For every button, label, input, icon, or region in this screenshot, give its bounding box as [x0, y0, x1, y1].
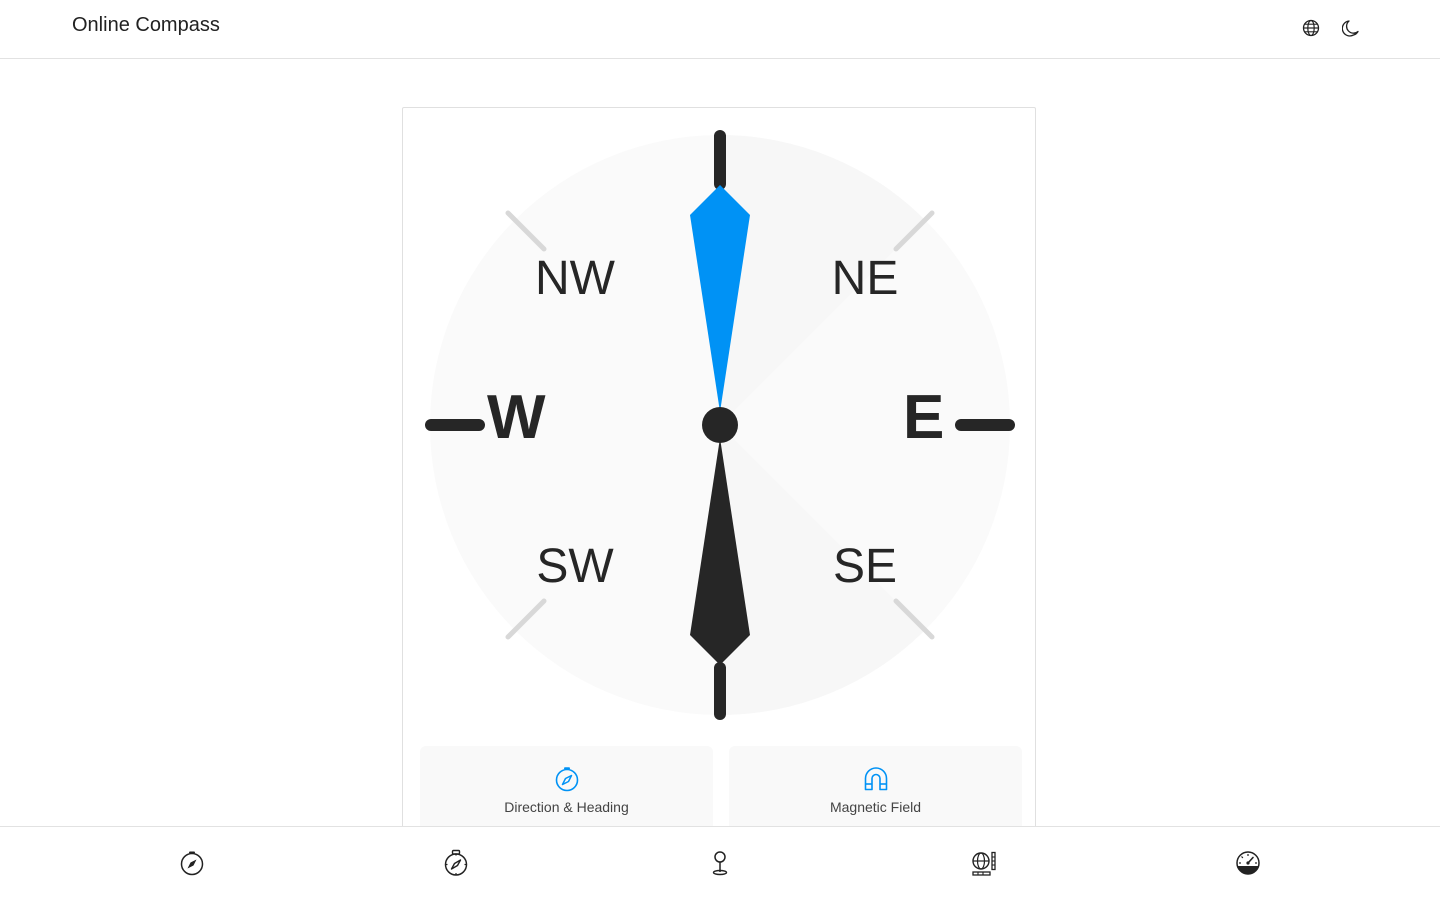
- app-title[interactable]: Online Compass: [72, 13, 220, 37]
- label-northeast: NE: [832, 252, 899, 305]
- compass-icon: [555, 767, 578, 792]
- stopwatch-compass-icon: [444, 849, 468, 876]
- label-southeast: SE: [833, 540, 897, 593]
- label-east: E: [903, 383, 944, 452]
- nav-item-speedometer[interactable]: [1232, 847, 1264, 879]
- nav-item-location[interactable]: [704, 847, 736, 879]
- nav-item-tools[interactable]: [968, 847, 1000, 879]
- globe-icon: [1302, 19, 1320, 37]
- language-button[interactable]: [1299, 16, 1323, 40]
- location-pin-icon: [712, 851, 728, 876]
- moon-icon: [1342, 20, 1359, 37]
- compass-card: W E NW NE SW SE Direction & Heading Magn…: [402, 107, 1036, 847]
- globe-tools-icon: [972, 851, 996, 876]
- speedometer-icon: [1236, 851, 1260, 875]
- needle-pivot: [702, 407, 738, 443]
- magnet-icon: [864, 767, 887, 791]
- label-west: W: [487, 383, 546, 452]
- label-southwest: SW: [536, 540, 614, 593]
- theme-toggle-button[interactable]: [1339, 16, 1363, 40]
- tile-label: Magnetic Field: [829, 799, 922, 815]
- nav-item-compass[interactable]: [176, 847, 208, 879]
- compass-dial[interactable]: W E NW NE SW SE: [403, 108, 1036, 847]
- nav-item-stopwatch-compass[interactable]: [440, 847, 472, 879]
- tile-label: Direction & Heading: [504, 799, 629, 815]
- bottom-nav: [0, 826, 1440, 901]
- compass-icon: [180, 851, 204, 876]
- top-header: Online Compass: [0, 0, 1440, 59]
- label-northwest: NW: [535, 252, 616, 305]
